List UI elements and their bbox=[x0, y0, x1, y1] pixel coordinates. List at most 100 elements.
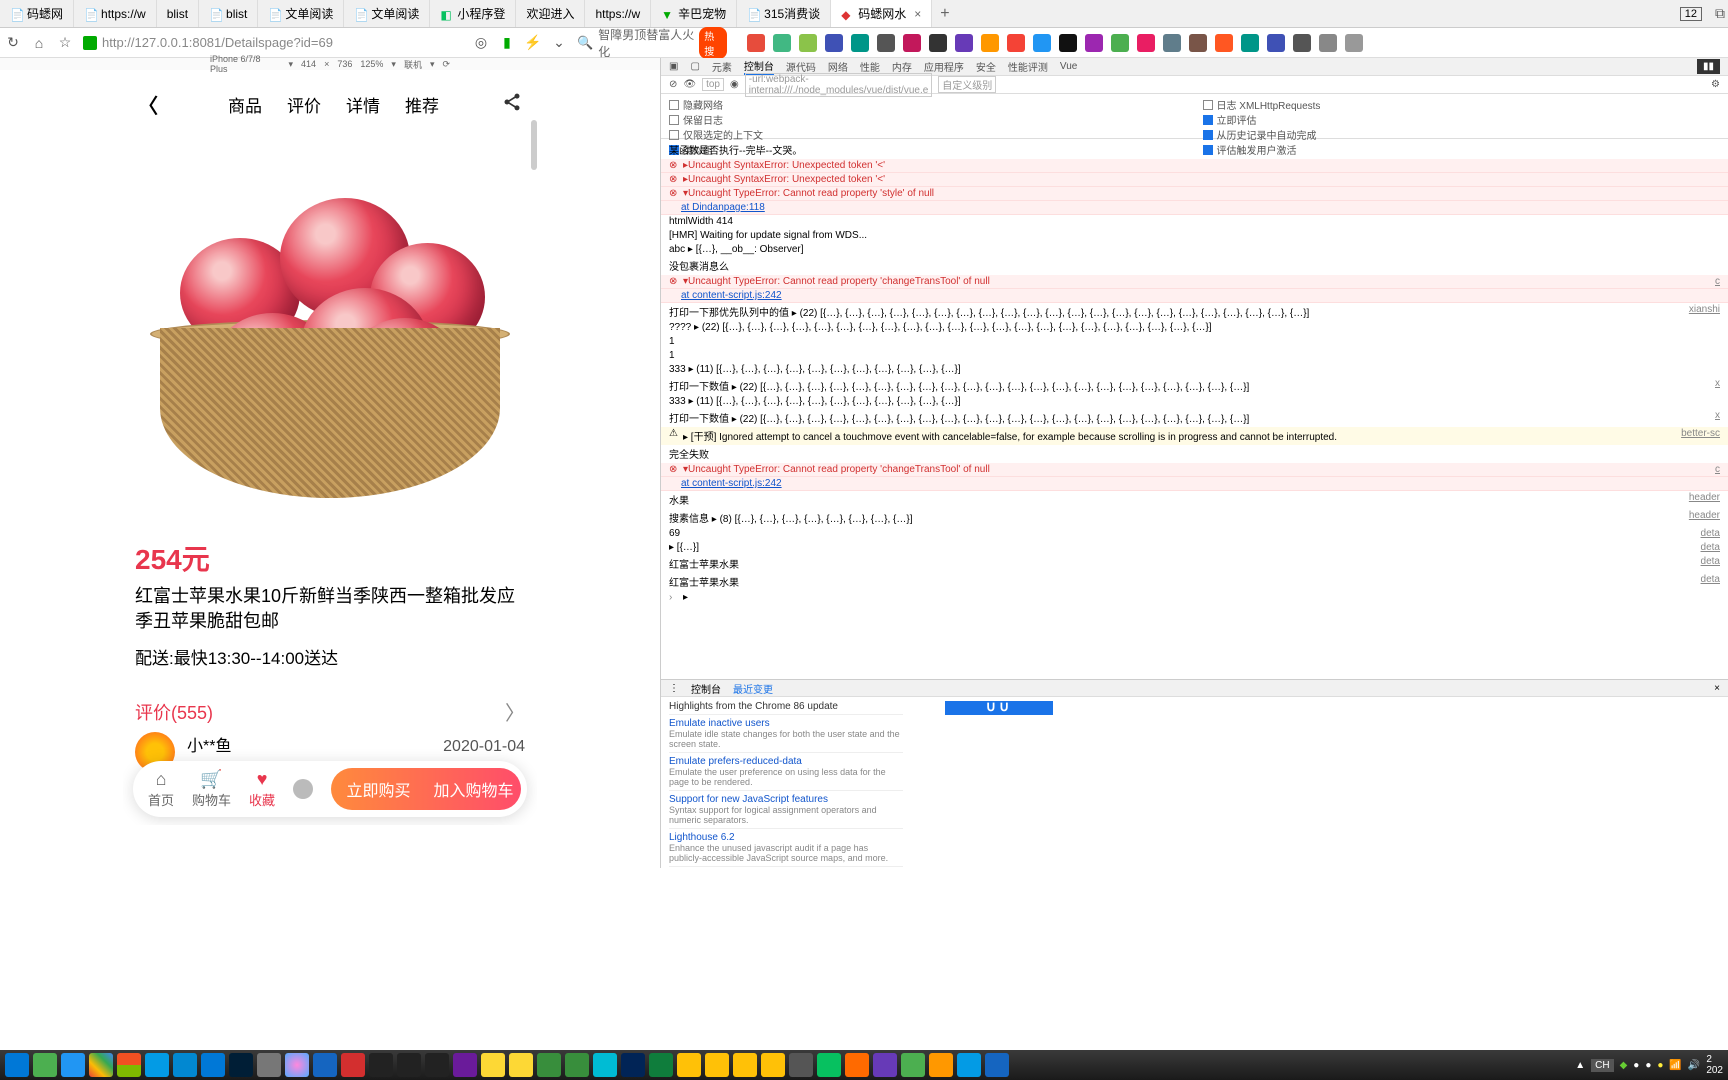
drawer-tab-whatsnew[interactable]: 最近变更 bbox=[733, 681, 773, 696]
nav-favorite[interactable]: ♥收藏 bbox=[249, 769, 275, 809]
inspect-icon[interactable]: ▣ bbox=[669, 61, 678, 72]
folder-icon[interactable] bbox=[761, 1053, 785, 1077]
console-log-line[interactable]: ▸ [{…}]deta bbox=[661, 541, 1728, 555]
checkbox[interactable] bbox=[1203, 100, 1213, 110]
tab-goods[interactable]: 商品 bbox=[228, 92, 262, 117]
product-scroll-area[interactable]: 254元 红富士苹果水果10斤新鲜当季陕西一整箱批发应季丑苹果脆甜包邮 配送:最… bbox=[123, 128, 537, 825]
taskbar-app[interactable] bbox=[481, 1053, 505, 1077]
back-icon[interactable]: 〈 bbox=[138, 90, 158, 119]
reload-icon[interactable]: ↻ bbox=[5, 35, 21, 51]
whatsnew-item[interactable]: Support for new JavaScript featuresSynta… bbox=[669, 790, 903, 828]
chevron-down-icon[interactable]: ⌄ bbox=[551, 35, 567, 51]
whatsnew-item[interactable]: Emulate prefers-reduced-dataEmulate the … bbox=[669, 752, 903, 790]
taskbar-app[interactable] bbox=[873, 1053, 897, 1077]
dt-tab-security[interactable]: 安全 bbox=[976, 59, 996, 74]
taskbar-app[interactable] bbox=[649, 1053, 673, 1077]
edge-icon[interactable] bbox=[145, 1053, 169, 1077]
buy-now-button[interactable]: 立即购买 bbox=[331, 777, 426, 801]
browser-tab[interactable]: 📄315消费谈 bbox=[737, 0, 831, 27]
taskbar-app[interactable] bbox=[313, 1053, 337, 1077]
filter-icon[interactable]: ◉ bbox=[730, 79, 739, 90]
browser-tab[interactable]: 欢迎进入 bbox=[516, 0, 585, 27]
ext-icon[interactable] bbox=[747, 34, 765, 52]
ext-icon[interactable] bbox=[1137, 34, 1155, 52]
folder-icon[interactable] bbox=[677, 1053, 701, 1077]
device-toolbar[interactable]: iPhone 6/7/8 Plus▾ 414 × 736 125%▾ 联机▾ ⟳ bbox=[0, 58, 660, 70]
device-toggle-icon[interactable]: ▢ bbox=[690, 61, 699, 72]
ext-icon[interactable] bbox=[799, 34, 817, 52]
start-button[interactable] bbox=[5, 1053, 29, 1077]
tab-recommend[interactable]: 推荐 bbox=[405, 92, 439, 117]
checkbox[interactable] bbox=[669, 115, 679, 125]
console-log-line[interactable]: 搜素信息 ▸ (8) [{…}, {…}, {…}, {…}, {…}, {…}… bbox=[661, 509, 1728, 527]
close-icon[interactable]: × bbox=[914, 7, 921, 21]
log-levels[interactable]: 自定义级别 bbox=[938, 76, 996, 93]
ext-icon[interactable] bbox=[1163, 34, 1181, 52]
browser-tab-active[interactable]: ◆码蟋网水× bbox=[831, 0, 932, 27]
powershell-icon[interactable] bbox=[621, 1053, 645, 1077]
console-log-line[interactable]: 红富士苹果水果deta bbox=[661, 555, 1728, 573]
taskbar-app[interactable] bbox=[285, 1053, 309, 1077]
taskbar-app[interactable] bbox=[985, 1053, 1009, 1077]
whatsnew-item[interactable]: Deprecation of Service Workers "other or… bbox=[669, 866, 903, 868]
whatsnew-item[interactable]: Lighthouse 6.2Enhance the unused javascr… bbox=[669, 828, 903, 866]
share-icon[interactable] bbox=[502, 92, 522, 117]
ext-icon[interactable] bbox=[1189, 34, 1207, 52]
tray-icon[interactable]: ● bbox=[1633, 1060, 1639, 1071]
ext-icon[interactable] bbox=[1345, 34, 1363, 52]
nav-home[interactable]: ⌂首页 bbox=[148, 769, 174, 809]
browser-tab[interactable]: 📄文单阅读 bbox=[258, 0, 344, 27]
taskbar-app[interactable] bbox=[117, 1053, 141, 1077]
ext-icon[interactable] bbox=[1111, 34, 1129, 52]
folder-icon[interactable] bbox=[733, 1053, 757, 1077]
pause-button[interactable]: ▮▮ bbox=[1697, 59, 1720, 74]
ext-icon[interactable] bbox=[981, 34, 999, 52]
console-log-line[interactable]: ⊗▾Uncaught TypeError: Cannot read proper… bbox=[661, 187, 1728, 201]
terminal-icon[interactable] bbox=[369, 1053, 393, 1077]
ext-icon[interactable] bbox=[955, 34, 973, 52]
console-log-line[interactable]: ⊗▸Uncaught SyntaxError: Unexpected token… bbox=[661, 173, 1728, 187]
console-output[interactable]: 某函数是否执行--完毕--文哭。⊗▸Uncaught SyntaxError: … bbox=[661, 139, 1728, 679]
tray-icon[interactable]: ● bbox=[1645, 1060, 1651, 1071]
ext-vue-icon[interactable] bbox=[773, 34, 791, 52]
reviews-header[interactable]: 评价(555) 〉 bbox=[123, 679, 537, 732]
console-log-line[interactable]: 69deta bbox=[661, 527, 1728, 541]
tray-icon[interactable]: ▲ bbox=[1575, 1060, 1585, 1071]
taskbar-app[interactable] bbox=[957, 1053, 981, 1077]
bolt-icon[interactable]: ⚡ bbox=[525, 35, 541, 51]
new-tab-button[interactable]: + bbox=[932, 5, 957, 23]
ext-icon[interactable] bbox=[1267, 34, 1285, 52]
pycharm-icon[interactable] bbox=[565, 1053, 589, 1077]
tray-icon[interactable]: ◆ bbox=[1620, 1060, 1628, 1071]
browser-tab[interactable]: 📄码蟋网 bbox=[0, 0, 74, 27]
dt-tab-elements[interactable]: 元素 bbox=[712, 59, 732, 74]
browser-tab[interactable]: https://w bbox=[585, 0, 651, 27]
browser-tab[interactable]: ◧小程序登 bbox=[430, 0, 516, 27]
console-log-line[interactable]: ⊗▾Uncaught TypeError: Cannot read proper… bbox=[661, 275, 1728, 289]
ext-icon[interactable] bbox=[877, 34, 895, 52]
taskbar-app[interactable] bbox=[845, 1053, 869, 1077]
browser-tab[interactable]: ▼辛巴宠物 bbox=[651, 0, 737, 27]
ext-icon[interactable] bbox=[1319, 34, 1337, 52]
ext-icon[interactable] bbox=[903, 34, 921, 52]
folder-icon[interactable] bbox=[705, 1053, 729, 1077]
gear-icon[interactable]: ⚙ bbox=[1711, 79, 1720, 90]
console-log-line[interactable]: 333 ▸ (11) [{…}, {…}, {…}, {…}, {…}, {…}… bbox=[661, 395, 1728, 409]
pycharm-icon[interactable] bbox=[537, 1053, 561, 1077]
photoshop-icon[interactable] bbox=[229, 1053, 253, 1077]
console-log-line[interactable]: ???? ▸ (22) [{…}, {…}, {…}, {…}, {…}, {…… bbox=[661, 321, 1728, 335]
tab-count[interactable]: 12 bbox=[1680, 7, 1702, 21]
console-log-line[interactable]: abc ▸ [{…}, __ob__: Observer] bbox=[661, 243, 1728, 257]
taskbar-app[interactable] bbox=[341, 1053, 365, 1077]
console-log-line[interactable]: 1 bbox=[661, 335, 1728, 349]
context-select[interactable]: top bbox=[702, 78, 724, 91]
console-log-line[interactable]: ⊗▸Uncaught SyntaxError: Unexpected token… bbox=[661, 159, 1728, 173]
checkbox[interactable] bbox=[669, 130, 679, 140]
browser-tab[interactable]: 📄文单阅读 bbox=[344, 0, 430, 27]
volume-icon[interactable]: 🔊 bbox=[1688, 1060, 1700, 1071]
home-icon[interactable]: ⌂ bbox=[31, 35, 47, 51]
terminal-icon[interactable] bbox=[425, 1053, 449, 1077]
taskbar-app[interactable] bbox=[33, 1053, 57, 1077]
console-log-line[interactable]: 完全失败 bbox=[661, 445, 1728, 463]
add-to-cart-button[interactable]: 加入购物车 bbox=[426, 777, 521, 801]
